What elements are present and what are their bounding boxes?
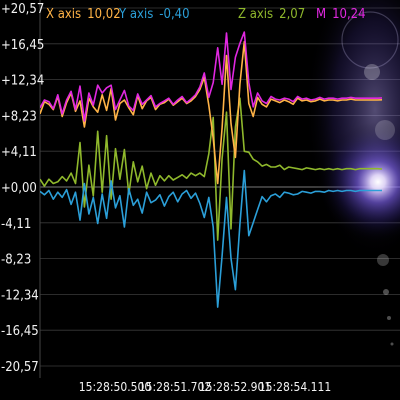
legend-series-value: 2,07 xyxy=(279,7,305,22)
y-tick-label: -4,11 xyxy=(1,217,31,232)
x-axis: 15:28:50.50015:28:51.70215:28:52.90115:2… xyxy=(79,380,332,394)
y-tick-label: +16,45 xyxy=(1,38,44,53)
legend-series-name: Y axis xyxy=(118,7,153,22)
legend-series-value: 10,02 xyxy=(87,7,120,22)
legend-entry: Z axis 2,07 xyxy=(238,7,305,22)
lens-flare xyxy=(305,0,400,346)
legend-series-name: Z axis xyxy=(238,7,273,22)
legend: X axis 10,02Y axis -0,40 Z axis 2,07 M 10,24 xyxy=(46,7,366,22)
y-tick-label: +0,00 xyxy=(1,181,37,196)
legend-entry: X axis 10,02 xyxy=(46,7,121,22)
x-tick-label: 15:28:54.111 xyxy=(259,380,332,394)
legend-series-value: -0,40 xyxy=(159,7,189,22)
legend-series-name: X axis xyxy=(46,7,81,22)
y-tick-label: -20,57 xyxy=(1,360,39,375)
accelerometer-chart: +20,57 +16,45 +12,34 +8,23 +4,11 +0,00 -4,11 -8… xyxy=(1,0,400,394)
y-tick-label: -12,34 xyxy=(1,288,39,303)
series-line-y-axis xyxy=(40,169,382,308)
legend-entry: M 10,24 xyxy=(316,7,366,22)
legend-entry: Y axis -0,40 xyxy=(118,7,190,22)
y-tick-label: +4,11 xyxy=(1,145,37,160)
y-tick-label: +20,57 xyxy=(1,2,44,17)
y-tick-label: -8,23 xyxy=(1,253,31,268)
y-tick-label: -16,45 xyxy=(1,324,39,339)
y-axis: +20,57 +16,45 +12,34 +8,23 +4,11 +0,00 -4,11 -8… xyxy=(1,2,44,375)
y-tick-label: +12,34 xyxy=(1,74,44,89)
legend-series-value: 10,24 xyxy=(332,7,365,22)
y-tick-label: +8,23 xyxy=(1,109,37,124)
legend-series-name: M xyxy=(316,7,326,22)
